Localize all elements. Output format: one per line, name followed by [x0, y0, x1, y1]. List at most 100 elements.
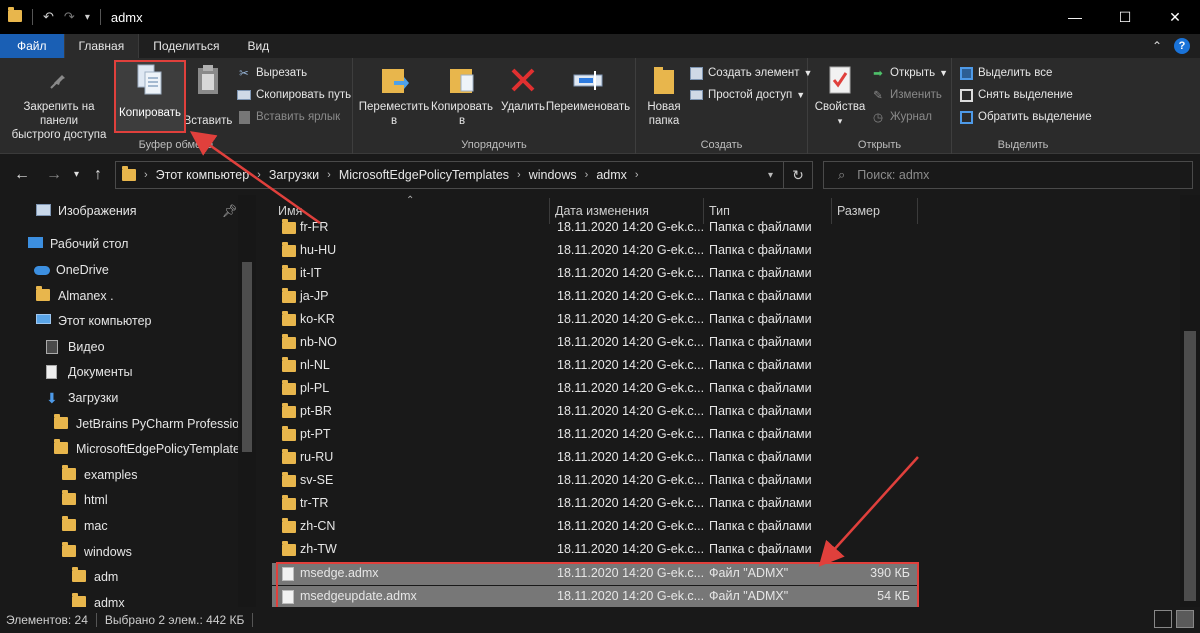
- list-item[interactable]: tr-TR 18.11.2020 14:20 G-ek.c... Папка с…: [272, 493, 918, 515]
- list-item[interactable]: pt-PT 18.11.2020 14:20 G-ek.c... Папка с…: [272, 424, 918, 446]
- folder-icon: [282, 334, 296, 349]
- select-all-button[interactable]: Выделить все: [958, 65, 1052, 81]
- new-folder-button[interactable]: Новая папка: [642, 62, 686, 128]
- paste-button[interactable]: Вставить: [184, 62, 232, 128]
- status-item-count: Элементов: 24: [6, 613, 88, 627]
- redo-icon[interactable]: ↷: [64, 9, 75, 25]
- nav-item-videos[interactable]: Видео: [46, 340, 105, 354]
- copy-button-overlay[interactable]: Копировать: [118, 62, 182, 120]
- nav-item-mac[interactable]: mac: [62, 516, 108, 533]
- paste-shortcut-button[interactable]: Вставить ярлык: [236, 109, 340, 125]
- sort-up-icon: ⌃: [406, 195, 415, 206]
- tab-view[interactable]: Вид: [233, 34, 283, 58]
- list-item[interactable]: nl-NL 18.11.2020 14:20 G-ek.c... Папка с…: [272, 355, 918, 377]
- details-view-icon[interactable]: [1154, 610, 1172, 628]
- list-item[interactable]: ja-JP 18.11.2020 14:20 G-ek.c... Папка с…: [272, 286, 918, 308]
- chevron-down-icon: ▼: [939, 68, 949, 78]
- cut-button[interactable]: ✂ Вырезать: [236, 65, 307, 81]
- list-item[interactable]: hu-HU 18.11.2020 14:20 G-ek.c... Папка с…: [272, 240, 918, 262]
- list-item[interactable]: sv-SE 18.11.2020 14:20 G-ek.c... Папка с…: [272, 470, 918, 492]
- list-item[interactable]: pt-BR 18.11.2020 14:20 G-ek.c... Папка с…: [272, 401, 918, 423]
- invert-selection-button[interactable]: Обратить выделение: [958, 109, 1092, 125]
- nav-item-admx[interactable]: admx: [72, 593, 125, 607]
- back-arrow-icon[interactable]: ←: [14, 166, 30, 184]
- breadcrumb-this-pc[interactable]: Этот компьютер: [148, 168, 257, 182]
- copy-to-button[interactable]: Копировать в: [429, 62, 495, 128]
- list-item[interactable]: ru-RU 18.11.2020 14:20 G-ek.c... Папка с…: [272, 447, 918, 469]
- nav-item-downloads[interactable]: ⬇ Загрузки: [46, 391, 118, 405]
- open-icon: ➡: [873, 68, 883, 80]
- open-button[interactable]: ➡ Открыть ▼: [870, 65, 948, 81]
- file-list-scrollbar[interactable]: [1180, 195, 1200, 607]
- selection-highlight-frame: [276, 562, 919, 609]
- collapse-ribbon-icon[interactable]: ⌃: [1152, 39, 1162, 53]
- video-icon: [46, 340, 62, 354]
- address-bar[interactable]: › Этот компьютер › Загрузки › MicrosoftE…: [115, 161, 813, 189]
- nav-item-html[interactable]: html: [62, 490, 108, 507]
- search-input[interactable]: ⌕ Поиск: admx: [823, 161, 1193, 189]
- select-none-button[interactable]: Снять выделение: [958, 87, 1073, 103]
- computer-icon: [36, 314, 52, 328]
- undo-icon[interactable]: ↶: [43, 9, 54, 25]
- nav-item-this-pc[interactable]: Этот компьютер: [36, 314, 151, 328]
- refresh-icon[interactable]: ↻: [784, 167, 812, 184]
- window-title: admx: [110, 9, 143, 25]
- select-none-icon: [958, 87, 974, 103]
- nav-item-onedrive[interactable]: OneDrive: [34, 263, 109, 277]
- minimize-button[interactable]: —: [1050, 0, 1100, 34]
- easy-access-button[interactable]: Простой доступ ▼: [688, 87, 805, 103]
- address-dropdown-icon[interactable]: ▾: [768, 170, 773, 181]
- close-button[interactable]: ✕: [1150, 0, 1200, 34]
- folder-icon: [282, 357, 296, 372]
- copy-path-button[interactable]: Скопировать путь: [236, 87, 351, 103]
- tab-share[interactable]: Поделиться: [139, 34, 233, 58]
- nav-item-pictures[interactable]: Изображения 📌︎: [36, 204, 238, 218]
- customize-qat-icon[interactable]: ▾: [85, 12, 90, 23]
- list-item[interactable]: zh-TW 18.11.2020 14:20 G-ek.c... Папка с…: [272, 539, 918, 561]
- breadcrumb-policy-templates[interactable]: MicrosoftEdgePolicyTemplates: [331, 168, 517, 182]
- easy-access-icon: [688, 87, 704, 103]
- list-item[interactable]: zh-CN 18.11.2020 14:20 G-ek.c... Папка с…: [272, 516, 918, 538]
- rename-button[interactable]: Переименовать: [545, 62, 631, 114]
- history-icon: ◷: [872, 112, 884, 124]
- clipboard-group-label: Буфер обмена: [138, 139, 214, 151]
- edit-button[interactable]: ✎ Изменить: [870, 87, 942, 103]
- nav-item-user[interactable]: Almanex .: [36, 286, 114, 303]
- tab-home[interactable]: Главная: [63, 34, 140, 58]
- status-selected: Выбрано 2 элем.: 442 КБ: [104, 613, 245, 627]
- breadcrumb-downloads[interactable]: Загрузки: [261, 168, 327, 182]
- properties-button[interactable]: Свойства ▾: [814, 62, 866, 128]
- history-button[interactable]: ◷ Журнал: [870, 109, 932, 125]
- tab-file[interactable]: Файл: [0, 34, 64, 58]
- invert-selection-icon: [958, 109, 974, 125]
- list-item[interactable]: nb-NO 18.11.2020 14:20 G-ek.c... Папка с…: [272, 332, 918, 354]
- forward-arrow-icon[interactable]: →: [46, 166, 62, 184]
- recent-chevron-icon[interactable]: ▾: [74, 169, 79, 180]
- nav-pane-scrollbar[interactable]: [238, 195, 256, 607]
- open-group-label: Открыть: [857, 139, 902, 151]
- breadcrumb-windows[interactable]: windows: [521, 168, 585, 182]
- navigation-pane: Изображения 📌︎ Рабочий стол OneDrive Alm…: [0, 195, 256, 607]
- nav-item-pycharm[interactable]: JetBrains PyCharm Profession: [54, 414, 246, 431]
- large-icons-view-icon[interactable]: [1176, 610, 1194, 628]
- breadcrumb-admx[interactable]: admx: [588, 168, 635, 182]
- pin-quick-access-button[interactable]: Закрепить на панели быстрого доступа: [6, 62, 112, 142]
- help-icon[interactable]: ?: [1174, 38, 1190, 54]
- nav-item-adm[interactable]: adm: [72, 567, 118, 584]
- nav-item-desktop[interactable]: Рабочий стол: [28, 237, 128, 251]
- up-arrow-icon[interactable]: ↑: [94, 166, 102, 184]
- nav-item-documents[interactable]: Документы: [46, 365, 132, 379]
- list-item[interactable]: it-IT 18.11.2020 14:20 G-ek.c... Папка с…: [272, 263, 918, 285]
- new-item-button[interactable]: Создать элемент ▼: [688, 65, 812, 81]
- maximize-button[interactable]: ☐: [1100, 0, 1150, 34]
- folder-icon: [54, 439, 70, 456]
- nav-item-policy-templates[interactable]: MicrosoftEdgePolicyTemplate: [54, 439, 240, 456]
- list-item[interactable]: pl-PL 18.11.2020 14:20 G-ek.c... Папка с…: [272, 378, 918, 400]
- delete-button[interactable]: Удалить: [499, 62, 547, 114]
- move-to-button[interactable]: Переместить в: [359, 62, 429, 128]
- list-item[interactable]: fr-FR 18.11.2020 14:20 G-ek.c... Папка с…: [272, 217, 918, 239]
- list-item[interactable]: ko-KR 18.11.2020 14:20 G-ek.c... Папка с…: [272, 309, 918, 331]
- nav-item-examples[interactable]: examples: [62, 465, 138, 482]
- new-item-icon: [688, 65, 704, 81]
- nav-item-windows[interactable]: windows: [62, 542, 132, 559]
